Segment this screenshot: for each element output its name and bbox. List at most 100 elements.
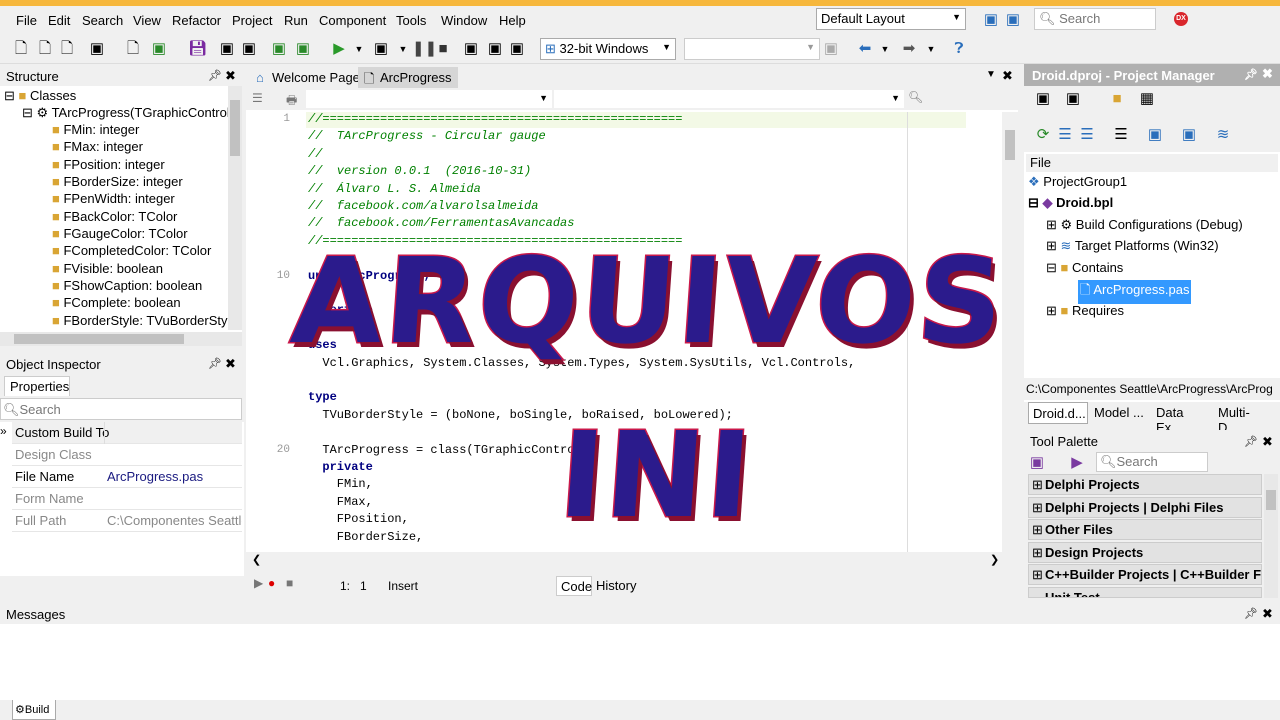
run-dropdown-icon[interactable]: ▼ (350, 40, 368, 58)
toggle-icon[interactable]: ☰ (252, 91, 263, 105)
menu-tools[interactable]: Tools (396, 13, 426, 28)
palette-category[interactable]: ⊞ Other Files (1028, 519, 1262, 540)
property-row[interactable]: Form Name (12, 488, 242, 510)
dx-logo-icon[interactable]: DX (1174, 12, 1188, 26)
tree-node-field[interactable]: ■ FComplete: boolean (52, 295, 181, 310)
project-group-node[interactable]: ❖ ProjectGroup1 (1028, 174, 1127, 190)
property-row[interactable]: Design Class (12, 444, 242, 466)
refresh-icon[interactable]: ⟳ (1034, 126, 1052, 144)
code-line[interactable]: // (308, 147, 322, 161)
deploy-icon[interactable]: ≋ (1214, 126, 1232, 144)
menu-component[interactable]: Component (319, 13, 386, 28)
sort-icon[interactable]: ☰ (1112, 126, 1130, 144)
palette-categories-icon[interactable]: ▣ (1028, 454, 1046, 472)
code-line[interactable]: // Álvaro L. S. Almeida (308, 182, 481, 196)
tree-node-field[interactable]: ■ FVisible: boolean (52, 261, 163, 276)
stop-macro-icon[interactable]: ■ (286, 576, 293, 590)
requires-node[interactable]: ⊞ ■ Requires (1046, 303, 1124, 319)
pin-icon[interactable]: 📌︎ (1244, 68, 1258, 81)
tree-node-field[interactable]: ■ FMax: integer (52, 139, 143, 154)
close-icon[interactable]: 🗋 (58, 40, 76, 58)
close-icon[interactable]: ✖ (1262, 606, 1273, 622)
code-line[interactable]: FPosition, (308, 512, 409, 526)
code-line[interactable]: private (308, 460, 372, 474)
new-items-icon[interactable]: 🗋 (124, 40, 142, 58)
target-platform-select[interactable]: ⊞ 32-bit Windows ▼ (540, 38, 676, 60)
set-debug-desktop-icon[interactable]: ▣ (1004, 11, 1022, 29)
remove-from-project-icon[interactable]: ▣ (294, 40, 312, 58)
palette-category[interactable]: ⊞ Delphi Projects (1028, 474, 1262, 495)
property-row[interactable]: Full Path C:\Componentes Seattle\ (12, 510, 242, 532)
palette-category[interactable]: ⊞ Design Projects (1028, 542, 1262, 563)
pin-icon[interactable]: 📌︎ (208, 69, 222, 82)
tab-multi-device[interactable]: Multi-D... (1214, 402, 1272, 435)
menu-view[interactable]: View (133, 13, 161, 28)
find-icon[interactable]: 🔍︎ (908, 90, 923, 104)
property-row[interactable]: File Name ArcProgress.pas (12, 466, 242, 488)
forward-icon[interactable]: ➡ (900, 40, 918, 58)
palette-category[interactable]: Unit Test (1028, 587, 1262, 598)
run-without-debug-dropdown-icon[interactable]: ▼ (394, 40, 412, 58)
device-select[interactable]: ▼ (684, 38, 820, 60)
tree-node-field[interactable]: ■ FBorderSize: integer (52, 174, 183, 189)
add-to-project-icon[interactable]: ▣ (270, 40, 288, 58)
pause-icon[interactable]: ❚❚ (412, 40, 437, 58)
tab-model[interactable]: Model ... (1090, 402, 1148, 424)
code-line[interactable]: // facebook.com/alvarolsalmeida (308, 199, 538, 213)
tree-node-field[interactable]: ■ FGaugeColor: TColor (52, 226, 188, 241)
compile-icon[interactable]: ▣ (1180, 126, 1198, 144)
forward-dropdown-icon[interactable]: ▼ (922, 40, 940, 58)
sync-icon[interactable]: ▣ (1064, 90, 1082, 108)
code-line[interactable]: // facebook.com/FerramentasAvancadas (308, 216, 574, 230)
palette-scrollbar[interactable] (1264, 474, 1278, 598)
tree-node-class[interactable]: ⊟ ⚙ TArcProgress(TGraphicControl) (22, 105, 234, 121)
editor-v-scrollbar[interactable] (1002, 112, 1018, 552)
save-icon[interactable]: 💾︎ (188, 40, 207, 58)
open-project-icon[interactable]: ▣ (88, 40, 106, 58)
close-icon[interactable]: ✖ (1262, 434, 1273, 450)
arcprogress-file-node[interactable]: 🗋 ArcProgress.pas (1078, 280, 1192, 304)
save-desktop-icon[interactable]: ▣ (982, 11, 1000, 29)
back-icon[interactable]: ⬅ (856, 40, 874, 58)
ide-search-input[interactable]: 🔍︎ Search (1034, 8, 1156, 30)
refresh-devices-icon[interactable]: ▣ (822, 40, 840, 58)
contains-node[interactable]: ⊟ ■ Contains (1046, 260, 1123, 276)
menu-edit[interactable]: Edit (48, 13, 70, 28)
code-line[interactable]: type (308, 390, 337, 404)
tree-node-field[interactable]: ■ FPosition: integer (52, 157, 165, 172)
expand-all-icon[interactable]: ☰ (1056, 126, 1074, 144)
project-node[interactable]: ⊟ ◆ Droid.bpl (1028, 195, 1113, 211)
tree-node-classes[interactable]: ⊟ ■ Classes (4, 88, 76, 104)
collapse-all-icon[interactable]: ☰ (1078, 126, 1096, 144)
back-dropdown-icon[interactable]: ▼ (876, 40, 894, 58)
structure-scrollbar[interactable] (228, 86, 242, 330)
tab-properties[interactable]: Properties (4, 376, 70, 396)
reopen-icon[interactable]: ▣ (150, 40, 168, 58)
run-icon[interactable]: ▶ (330, 40, 348, 58)
code-line[interactable]: TArcProgress = class(TGraphicControl) (308, 443, 588, 457)
palette-search[interactable]: 🔍︎Search (1096, 452, 1208, 472)
trace-into-icon[interactable]: ▣ (486, 40, 504, 58)
code-line[interactable]: FMax, (308, 495, 373, 509)
build-icon[interactable]: ▣ (1146, 126, 1164, 144)
code-line[interactable]: FMin, (308, 477, 373, 491)
tab-data-explorer[interactable]: Data Ex... (1152, 402, 1212, 435)
print-icon[interactable]: 🖶︎ (286, 91, 297, 112)
tree-node-field[interactable]: ■ FMin: integer (52, 122, 139, 137)
build-configurations-node[interactable]: ⊞ ⚙ Build Configurations (Debug) (1046, 217, 1243, 233)
open-file-icon[interactable]: ▣ (240, 40, 258, 58)
pin-icon[interactable]: 📌︎ (1244, 435, 1258, 448)
palette-category[interactable]: ⊞ C++Builder Projects | C++Builder Files (1028, 564, 1262, 585)
code-line[interactable]: // TArcProgress - Circular gauge (308, 129, 546, 143)
tree-node-field[interactable]: ■ FShowCaption: boolean (52, 278, 202, 293)
save-all-icon[interactable]: ▣ (218, 40, 236, 58)
target-platforms-node[interactable]: ⊞ ≋ Target Platforms (Win32) (1046, 238, 1219, 254)
tab-build[interactable]: ⚙Build (12, 700, 56, 720)
object-inspector-search[interactable]: 🔍︎Search (0, 398, 242, 420)
palette-category[interactable]: ⊞ Delphi Projects | Delphi Files (1028, 497, 1262, 518)
stop-icon[interactable]: ■ (434, 40, 452, 58)
tree-node-field[interactable]: ■ FBorderStyle: TVuBorderStyle (52, 313, 228, 328)
play-macro-icon[interactable]: ▶ (254, 576, 263, 590)
view-icon[interactable]: ▦ (1138, 90, 1156, 108)
close-icon[interactable]: ✖ (1262, 66, 1273, 82)
